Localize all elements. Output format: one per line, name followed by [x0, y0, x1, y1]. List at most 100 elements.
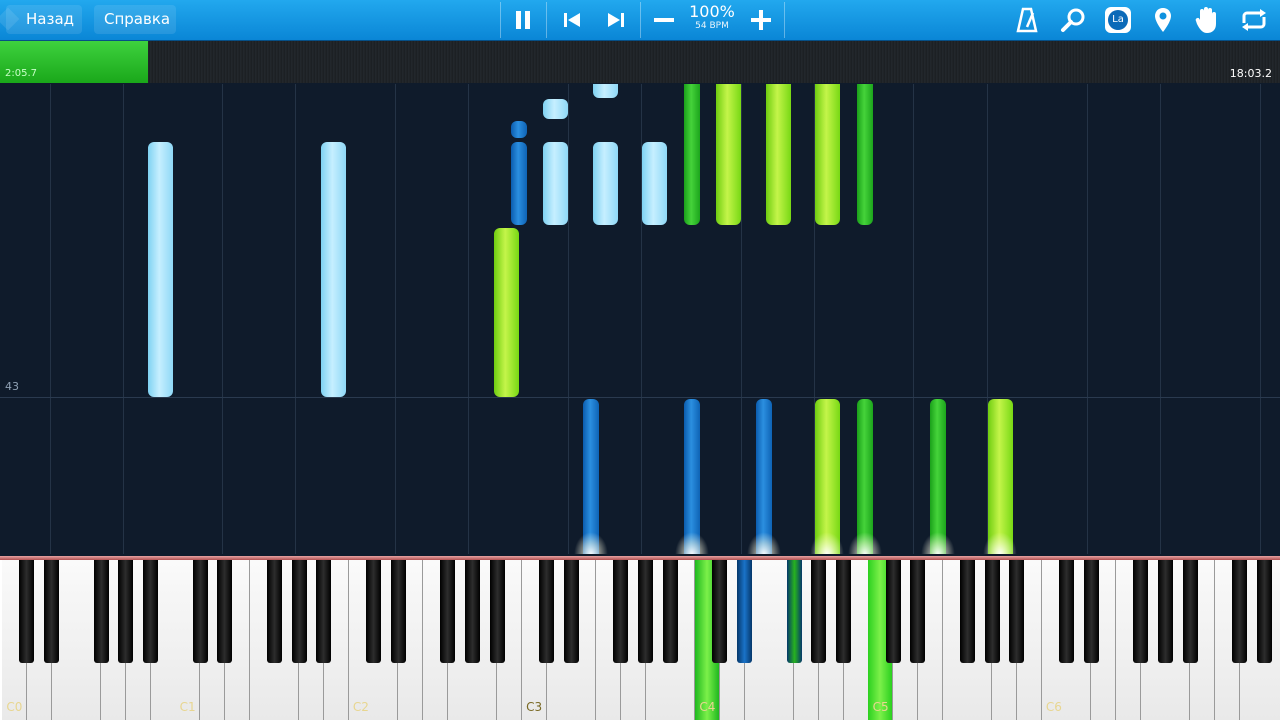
song-timeline[interactable]: 2:05.7 18:03.2: [0, 41, 1280, 83]
note-bar: [930, 399, 946, 554]
black-key[interactable]: [291, 560, 307, 663]
black-key[interactable]: [365, 560, 381, 663]
toolbar-divider: [640, 2, 641, 38]
black-key[interactable]: [19, 560, 35, 663]
note-bar: [148, 142, 173, 397]
previous-button[interactable]: [556, 0, 588, 40]
label-icon: La: [1105, 7, 1131, 33]
measure-number: 43: [5, 380, 19, 393]
next-icon: [608, 13, 624, 27]
black-key[interactable]: [1009, 560, 1025, 663]
key-hit-spark: [747, 532, 781, 554]
grid-line: [1160, 84, 1161, 554]
note-bar: [684, 84, 700, 225]
note-bar: [684, 399, 700, 554]
key-hit-spark: [848, 532, 882, 554]
octave-label: C2: [352, 700, 369, 714]
grid-line: [468, 84, 469, 554]
elapsed-time: 2:05.7: [5, 68, 37, 79]
note-waterfall: 43: [0, 84, 1280, 554]
black-key[interactable]: [489, 560, 505, 663]
grid-line: [1087, 84, 1088, 554]
slower-button[interactable]: [648, 0, 680, 40]
black-key[interactable]: [910, 560, 926, 663]
black-key[interactable]: [1157, 560, 1173, 663]
loop-button[interactable]: [1236, 0, 1272, 40]
black-key[interactable]: [1083, 560, 1099, 663]
black-key[interactable]: [959, 560, 975, 663]
black-key[interactable]: [1256, 560, 1272, 663]
note-bar: [988, 399, 1013, 554]
toolbar: Назад Справка 100% 54 BPM La: [0, 0, 1280, 41]
loop-icon: [1242, 9, 1266, 31]
black-key[interactable]: [563, 560, 579, 663]
speed-bpm: 54 BPM: [695, 21, 729, 31]
black-key[interactable]: [638, 560, 653, 663]
black-key[interactable]: [1058, 560, 1074, 663]
black-key[interactable]: [811, 560, 827, 663]
hand-button[interactable]: [1190, 0, 1224, 40]
plus-icon: [751, 10, 771, 30]
black-key[interactable]: [539, 560, 554, 663]
note-bar: [857, 84, 873, 225]
octave-label: C4: [699, 700, 716, 714]
black-key[interactable]: [712, 560, 728, 663]
black-key[interactable]: [984, 560, 1000, 663]
minus-icon: [654, 18, 674, 22]
black-key[interactable]: [786, 560, 802, 663]
black-key[interactable]: [192, 560, 208, 663]
black-key[interactable]: [390, 560, 406, 663]
octave-label: C0: [6, 700, 23, 714]
black-key[interactable]: [143, 560, 158, 663]
toolbar-divider: [500, 2, 501, 38]
black-key[interactable]: [440, 560, 455, 663]
note-bar: [511, 142, 527, 225]
location-button[interactable]: [1146, 0, 1180, 40]
total-time: 18:03.2: [1229, 67, 1272, 80]
key-hit-spark: [810, 532, 844, 554]
black-key[interactable]: [316, 560, 332, 663]
black-key[interactable]: [836, 560, 851, 663]
next-button[interactable]: [600, 0, 632, 40]
note-bar: [494, 228, 519, 397]
black-key[interactable]: [118, 560, 134, 663]
search-button[interactable]: [1056, 0, 1090, 40]
black-key[interactable]: [1232, 560, 1247, 663]
label-icon-text: La: [1108, 10, 1128, 30]
black-key[interactable]: [464, 560, 480, 663]
grid-line: [568, 84, 569, 554]
magnifier-icon: [1061, 8, 1085, 32]
grid-line: [222, 84, 223, 554]
octave-label: C6: [1045, 700, 1062, 714]
black-key[interactable]: [662, 560, 678, 663]
key-hit-spark: [574, 532, 608, 554]
black-key[interactable]: [1182, 560, 1198, 663]
toolbar-divider: [784, 2, 785, 38]
hand-icon: [1195, 7, 1216, 33]
black-key[interactable]: [217, 560, 233, 663]
octave-label: C3: [526, 700, 543, 714]
piano-keyboard[interactable]: C0 C1 C2 C3 C4 C5 C6: [0, 556, 1280, 720]
grid-line: [123, 84, 124, 554]
note-bar: [716, 84, 741, 225]
toolbar-divider: [546, 2, 547, 38]
metronome-button[interactable]: [1010, 0, 1044, 40]
black-key[interactable]: [44, 560, 59, 663]
note-bar: [543, 142, 568, 225]
black-key[interactable]: [737, 560, 752, 663]
faster-button[interactable]: [745, 0, 777, 40]
location-pin-icon: [1155, 8, 1171, 32]
grid-line: [913, 84, 914, 554]
note-bar: [583, 399, 599, 554]
labels-button[interactable]: La: [1101, 0, 1135, 40]
octave-label: C1: [179, 700, 196, 714]
speed-percent: 100%: [689, 2, 735, 21]
black-key[interactable]: [613, 560, 629, 663]
black-key[interactable]: [93, 560, 109, 663]
black-key[interactable]: [885, 560, 901, 663]
back-button[interactable]: Назад: [6, 5, 82, 34]
black-key[interactable]: [1133, 560, 1148, 663]
black-key[interactable]: [266, 560, 282, 663]
pause-button[interactable]: [506, 0, 540, 40]
help-button[interactable]: Справка: [94, 5, 176, 34]
